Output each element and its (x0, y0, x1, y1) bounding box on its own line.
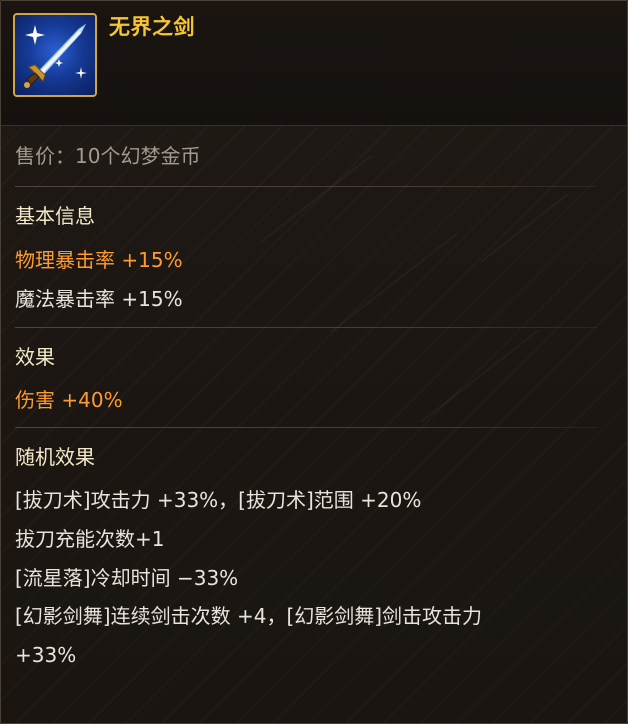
stat-value: +40% (61, 388, 123, 412)
item-name: 无界之剑 (109, 15, 195, 39)
stat-label: 魔法暴击率 (15, 287, 115, 311)
stat-value: +15% (121, 287, 183, 311)
background-texture (330, 233, 457, 333)
tooltip-header: 无界之剑 (1, 1, 627, 126)
sword-icon (13, 13, 97, 97)
background-texture (480, 193, 568, 262)
divider (15, 186, 597, 187)
divider (15, 327, 597, 328)
background-texture (420, 329, 539, 423)
random-effect-line: +33% (15, 643, 77, 667)
stat-value: +15% (121, 248, 183, 272)
stat-label: 物理暴击率 (15, 248, 115, 272)
basic-info-heading: 基本信息 (15, 204, 95, 228)
effects-heading: 效果 (15, 345, 55, 369)
stat-physical-crit: 物理暴击率 +15% (15, 247, 183, 273)
item-tooltip: 无界之剑 售价：10个幻梦金币 基本信息 物理暴击率 +15% 魔法暴击率 +1… (0, 0, 628, 724)
divider (15, 427, 597, 428)
stat-magic-crit: 魔法暴击率 +15% (15, 286, 183, 312)
random-effect-line: [流星落]冷却时间 −33% (15, 566, 239, 590)
random-effect-line: [拔刀术]攻击力 +33%，[拔刀术]范围 +20% (15, 488, 422, 512)
stat-damage: 伤害 +40% (15, 387, 123, 413)
price-label: 售价：10个幻梦金币 (15, 144, 201, 168)
random-effect-line: 拔刀充能次数+1 (15, 527, 165, 551)
background-texture (260, 155, 372, 243)
stat-label: 伤害 (15, 388, 55, 412)
random-effects-heading: 随机效果 (15, 445, 95, 469)
random-effect-line: [幻影剑舞]连续剑击次数 +4，[幻影剑舞]剑击攻击力 (15, 604, 483, 628)
